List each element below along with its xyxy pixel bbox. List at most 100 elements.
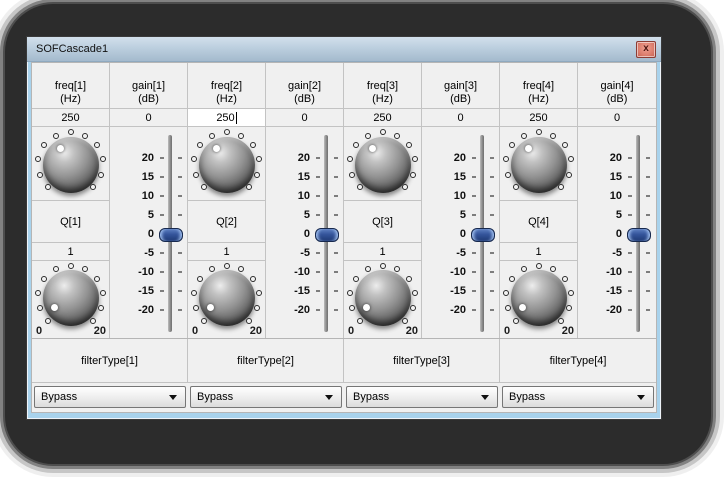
gain-header-label: gain[2] <box>287 80 322 92</box>
knob-tick-mark <box>566 171 573 178</box>
q-range-max: 20 <box>93 325 106 337</box>
filter-type-dropdown[interactable]: Bypass <box>34 386 186 408</box>
filter-type-dropdown[interactable]: Bypass <box>346 386 498 408</box>
freq-value: 250 <box>216 111 235 124</box>
filter-type-dropdown[interactable]: Bypass <box>190 386 342 408</box>
gain-tick-label: -20 <box>138 304 154 316</box>
knob-tick-mark <box>567 289 574 296</box>
gain-tick-row: 10 <box>266 190 344 202</box>
freq-value-field[interactable]: 250 <box>188 109 265 127</box>
knob-tick-mark <box>348 305 355 312</box>
gain-header-unit: (dB) <box>606 93 628 105</box>
gain-tick-row: 15 <box>266 171 344 183</box>
gain-value-field[interactable]: 0 <box>578 109 656 127</box>
freq-knob[interactable] <box>35 129 106 200</box>
knob-tick-mark <box>356 184 363 191</box>
q-knob[interactable] <box>503 262 574 333</box>
tick-dash <box>628 309 632 311</box>
tick-dash <box>160 252 164 254</box>
gain-slider-thumb[interactable] <box>159 228 183 242</box>
tick-dash <box>646 271 650 273</box>
q-range-max: 20 <box>249 325 262 337</box>
knob-tick-mark <box>99 156 106 163</box>
gain-value-field[interactable]: 0 <box>110 109 187 127</box>
gain-tick-row: 5 <box>110 209 188 221</box>
freq-knob[interactable] <box>191 129 262 200</box>
dropdown-slot: Bypass <box>32 383 188 412</box>
knob-tick-mark <box>254 305 261 312</box>
tick-dash <box>490 176 494 178</box>
freq-value-field[interactable]: 250 <box>500 109 577 127</box>
dropdown-slot: Bypass <box>344 383 500 412</box>
knob-tick-mark <box>246 317 253 324</box>
gain-tick-label: 5 <box>147 209 154 221</box>
gain-slider-thumb[interactable] <box>627 228 651 242</box>
tick-dash <box>490 309 494 311</box>
q-label-cell: Q[2] <box>188 201 265 243</box>
freq-value-field[interactable]: 250 <box>32 109 109 127</box>
gain-value-field[interactable]: 0 <box>422 109 499 127</box>
tick-dash <box>160 290 164 292</box>
knob-tick-mark <box>249 142 256 149</box>
tick-dash <box>472 309 476 311</box>
q-label-cell: Q[3] <box>344 201 421 243</box>
gain-slider-cell: 20 15 10 5 0 -5 -10 -15 -20 <box>266 127 343 338</box>
freq-column-4: freq[4] (Hz) 250 Q[4] 1 0 20 <box>500 63 578 338</box>
knob-tick-mark <box>405 142 412 149</box>
knob-tick-mark <box>348 171 355 178</box>
freq-controls: Q[4] 1 0 20 <box>500 127 577 338</box>
gain-slider-thumb[interactable] <box>471 228 495 242</box>
gain-header-label: gain[3] <box>443 80 478 92</box>
gain-value: 0 <box>301 111 308 124</box>
tick-dash <box>628 214 632 216</box>
q-value-field[interactable]: 1 <box>500 243 577 261</box>
knob-tick-mark <box>41 142 48 149</box>
gain-tick-label: 5 <box>459 209 466 221</box>
filter-type-label-cell: filterType[4] <box>500 339 656 383</box>
q-knob[interactable] <box>35 262 106 333</box>
tick-dash <box>334 195 338 197</box>
gain-slider-thumb[interactable] <box>315 228 339 242</box>
tick-dash <box>628 176 632 178</box>
knob-tick-mark <box>52 132 59 139</box>
knob-tick-mark <box>191 156 198 163</box>
filter-type-label: filterType[1] <box>81 354 138 367</box>
q-value-field[interactable]: 1 <box>344 243 421 261</box>
tick-dash <box>490 252 494 254</box>
tick-dash <box>178 290 182 292</box>
freq-header-unit: (Hz) <box>528 93 549 105</box>
knob-tick-mark <box>410 305 417 312</box>
gain-tick-label: -10 <box>606 266 622 278</box>
q-knob[interactable] <box>191 262 262 333</box>
knob-tick-mark <box>98 305 105 312</box>
tick-dash <box>472 176 476 178</box>
tick-dash <box>160 214 164 216</box>
q-value-field[interactable]: 1 <box>32 243 109 261</box>
knob-tick-mark <box>192 305 199 312</box>
gain-tick-row: -15 <box>110 285 188 297</box>
gain-value: 0 <box>145 111 152 124</box>
freq-value-field[interactable]: 250 <box>344 109 421 127</box>
gain-tick-row: 10 <box>578 190 656 202</box>
knob-tick-mark <box>238 132 245 139</box>
freq-column-2: freq[2] (Hz) 250 Q[2] 1 0 20 <box>188 63 266 338</box>
freq-header-label: freq[4] <box>522 80 555 92</box>
chevron-down-icon <box>325 394 333 400</box>
freq-knob[interactable] <box>347 129 418 200</box>
knob-tick-mark <box>394 266 401 273</box>
gain-value-field[interactable]: 0 <box>266 109 343 127</box>
knob-tick-mark <box>255 156 262 163</box>
knob-tick-mark <box>35 156 42 163</box>
chevron-down-icon <box>637 394 645 400</box>
knob-tick-mark <box>558 184 565 191</box>
gain-tick-label: -15 <box>138 285 154 297</box>
filter-type-label-cell: filterType[3] <box>344 339 500 383</box>
q-knob[interactable] <box>347 262 418 333</box>
q-value-field[interactable]: 1 <box>188 243 265 261</box>
freq-knob[interactable] <box>503 129 574 200</box>
tick-dash <box>628 157 632 159</box>
close-icon[interactable]: x <box>636 40 656 58</box>
q-knob-cell: 0 20 <box>500 261 577 338</box>
knob-tick-mark <box>90 184 97 191</box>
filter-type-dropdown[interactable]: Bypass <box>502 386 654 408</box>
